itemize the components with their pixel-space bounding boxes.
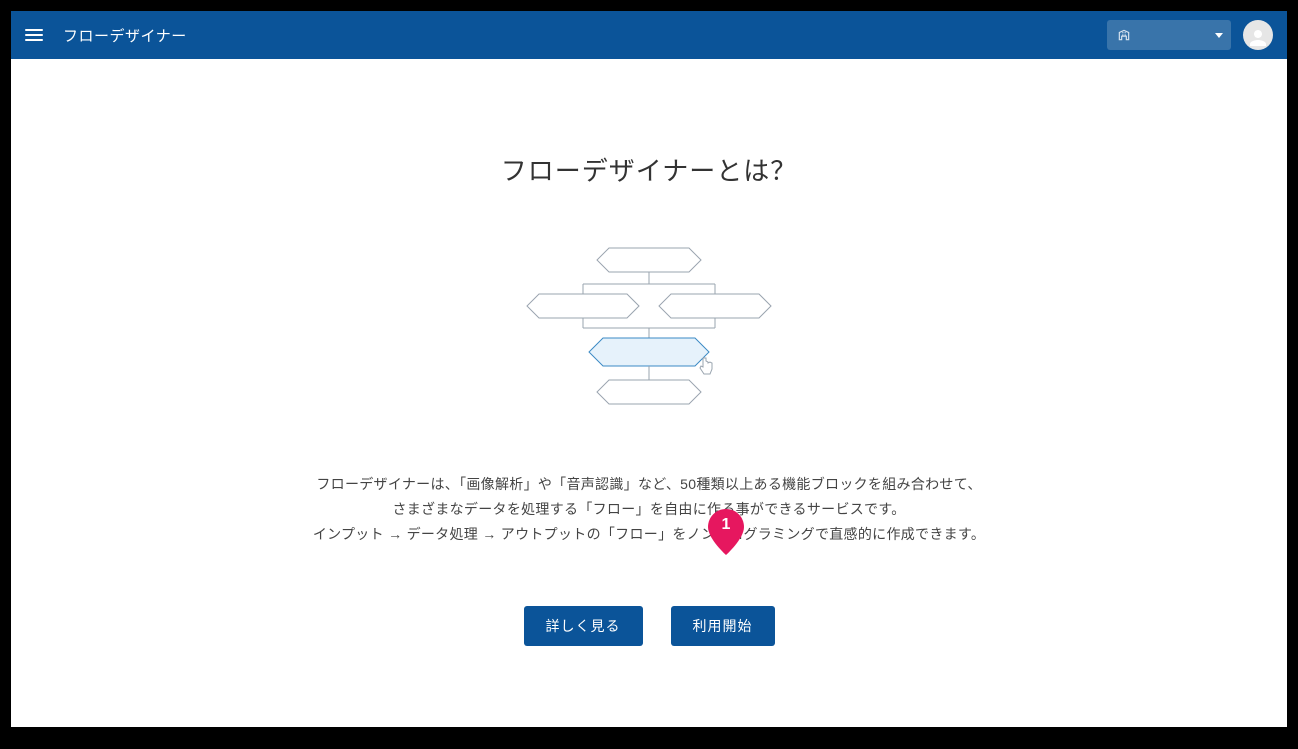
desc-line-3: インプット → データ処理 → アウトプットの「フロー」をノンプログラミングで直… — [11, 522, 1287, 547]
org-selector-dropdown[interactable] — [1107, 20, 1231, 50]
desc-line-2: さまざまなデータを処理する「フロー」を自由に作る事ができるサービスです。 — [11, 497, 1287, 522]
chevron-down-icon — [1215, 33, 1223, 38]
pointer-hand-icon — [700, 358, 712, 374]
app-title: フローデザイナー — [63, 25, 187, 46]
building-icon — [1117, 28, 1131, 42]
app-header: フローデザイナー — [11, 11, 1287, 59]
learn-more-button[interactable]: 詳しく見る — [524, 606, 643, 646]
user-avatar[interactable] — [1243, 20, 1273, 50]
hamburger-menu-icon[interactable] — [25, 25, 45, 45]
page-heading: フローデザイナーとは？ — [11, 151, 1287, 188]
description: フローデザイナーは、「画像解析」や「音声認識」など、50種類以上ある機能ブロック… — [11, 472, 1287, 548]
desc-line-1: フローデザイナーは、「画像解析」や「音声認識」など、50種類以上ある機能ブロック… — [11, 472, 1287, 497]
button-row: 詳しく見る 利用開始 — [11, 606, 1287, 646]
flow-diagram-illustration — [519, 240, 779, 420]
start-button[interactable]: 利用開始 — [671, 606, 775, 646]
main-content: フローデザイナーとは？ — [11, 59, 1287, 646]
